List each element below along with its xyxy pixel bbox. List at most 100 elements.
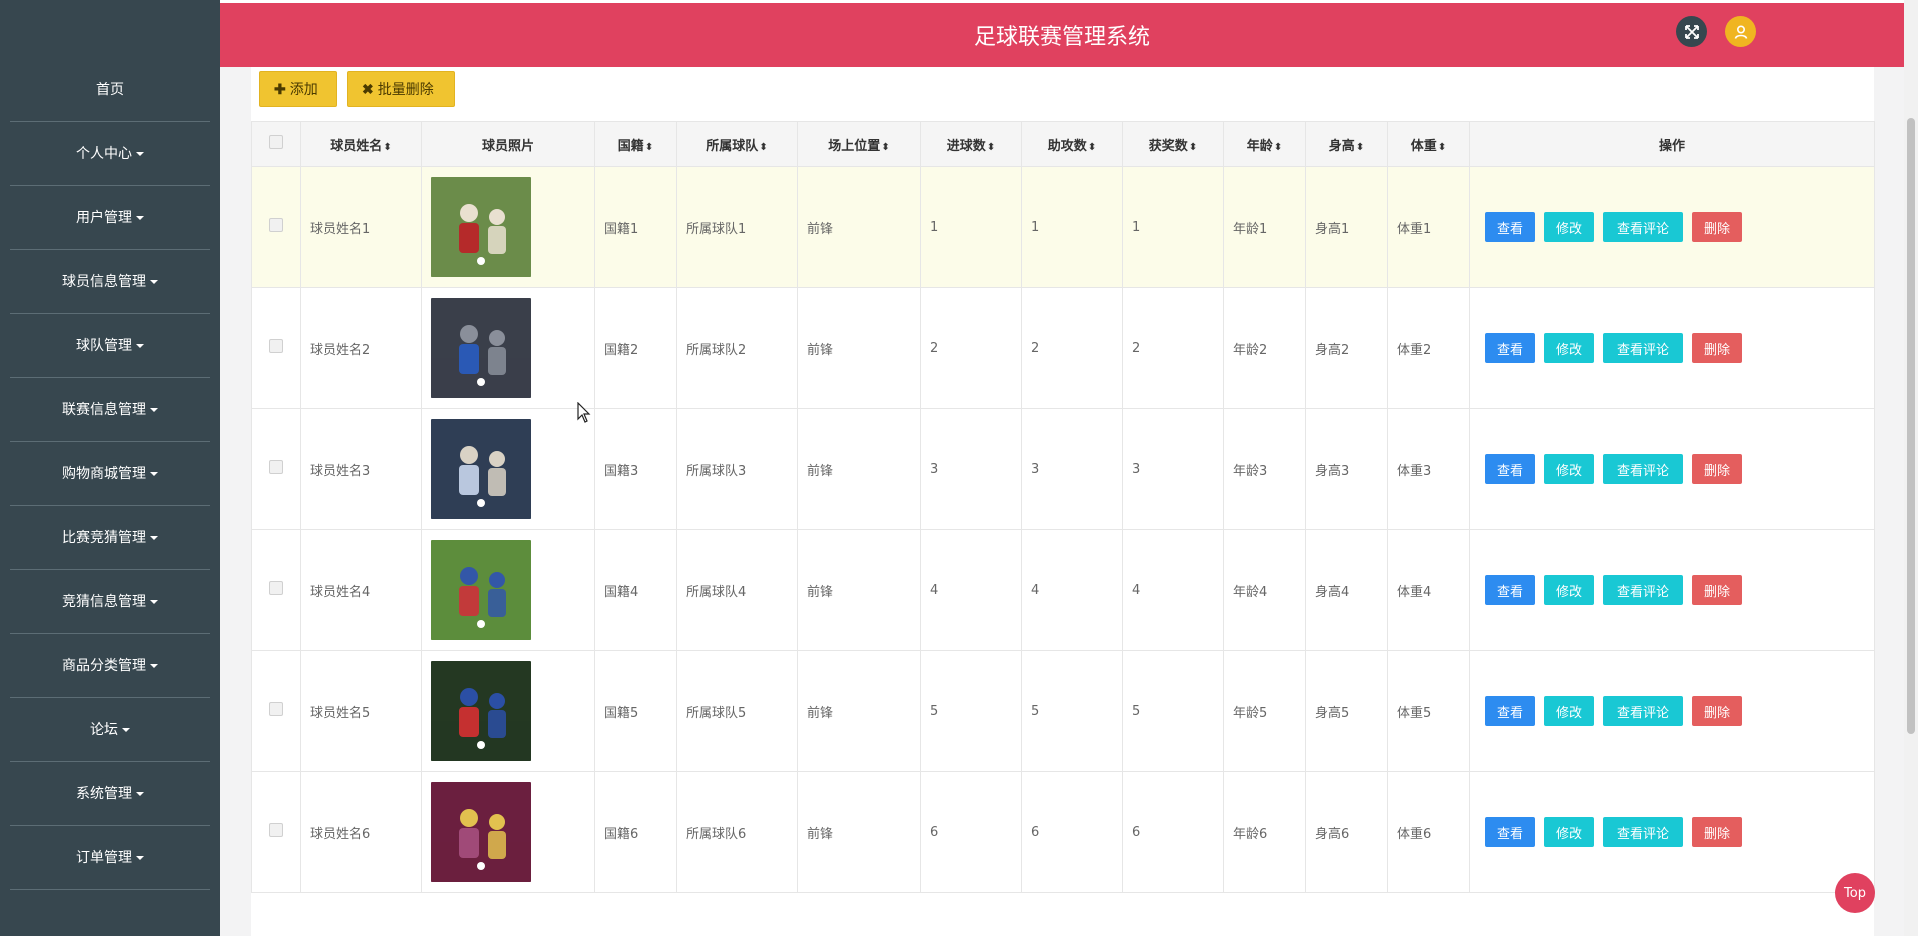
row-select-cell[interactable]	[251, 771, 301, 893]
view-comments-button[interactable]: 查看评论	[1603, 212, 1683, 242]
player-photo-image[interactable]	[431, 177, 531, 277]
player-photo-image[interactable]	[431, 540, 531, 640]
column-header-assists[interactable]: 助攻数⬍	[1021, 121, 1123, 167]
sidebar-item[interactable]: 购物商城管理	[10, 442, 210, 506]
table-row[interactable]: 球员姓名6 国籍6 所属球队6 前锋 6 6 6 年龄6 身高6 体重6 查看 修改 查看评论 删除	[251, 771, 1875, 893]
view-button[interactable]: 查看	[1485, 454, 1535, 484]
expand-arrows-icon	[1684, 24, 1699, 39]
row-checkbox[interactable]	[269, 702, 283, 716]
select-all-checkbox[interactable]	[269, 135, 283, 149]
player-photo-image[interactable]	[431, 782, 531, 882]
sidebar-item[interactable]: 球队管理	[10, 314, 210, 378]
column-header-position[interactable]: 场上位置⬍	[797, 121, 921, 167]
cell-assists: 3	[1021, 408, 1123, 530]
column-header-team[interactable]: 所属球队⬍	[676, 121, 798, 167]
cell-goals: 4	[920, 529, 1022, 651]
row-checkbox[interactable]	[269, 218, 283, 232]
cell-position: 前锋	[797, 166, 921, 288]
row-select-cell[interactable]	[251, 166, 301, 288]
edit-button[interactable]: 修改	[1544, 212, 1594, 242]
row-checkbox[interactable]	[269, 581, 283, 595]
cell-assists: 4	[1021, 529, 1123, 651]
cell-height: 身高6	[1305, 771, 1388, 893]
row-checkbox[interactable]	[269, 339, 283, 353]
sort-icon: ⬍	[1437, 141, 1447, 153]
sidebar-item-label: 个人中心	[76, 146, 132, 162]
sidebar-item[interactable]: 系统管理	[10, 762, 210, 826]
sidebar-item[interactable]: 竞猜信息管理	[10, 570, 210, 634]
caret-down-icon	[136, 344, 144, 348]
edit-button[interactable]: 修改	[1544, 696, 1594, 726]
row-select-cell[interactable]	[251, 287, 301, 409]
edit-button[interactable]: 修改	[1544, 817, 1594, 847]
sidebar-item[interactable]: 比赛竞猜管理	[10, 506, 210, 570]
delete-button[interactable]: 删除	[1692, 575, 1742, 605]
delete-button[interactable]: 删除	[1692, 817, 1742, 847]
add-button[interactable]: ✚ 添加	[259, 71, 337, 107]
player-photo-image[interactable]	[431, 298, 531, 398]
view-comments-button[interactable]: 查看评论	[1603, 696, 1683, 726]
row-select-cell[interactable]	[251, 650, 301, 772]
view-button[interactable]: 查看	[1485, 212, 1535, 242]
edit-button[interactable]: 修改	[1544, 333, 1594, 363]
delete-button[interactable]: 删除	[1692, 212, 1742, 242]
column-header-awards[interactable]: 获奖数⬍	[1122, 121, 1224, 167]
delete-button[interactable]: 删除	[1692, 333, 1742, 363]
table-row[interactable]: 球员姓名2 国籍2 所属球队2 前锋 2 2 2 年龄2 身高2 体重2 查看 修改 查看评论 删除	[251, 287, 1875, 409]
fullscreen-button[interactable]	[1676, 16, 1707, 47]
delete-button[interactable]: 删除	[1692, 454, 1742, 484]
scrollbar-thumb[interactable]	[1907, 118, 1915, 734]
view-button[interactable]: 查看	[1485, 333, 1535, 363]
view-comments-button[interactable]: 查看评论	[1603, 454, 1683, 484]
edit-button[interactable]: 修改	[1544, 575, 1594, 605]
row-checkbox[interactable]	[269, 823, 283, 837]
cell-player-name: 球员姓名6	[300, 771, 422, 893]
view-button[interactable]: 查看	[1485, 696, 1535, 726]
row-checkbox[interactable]	[269, 460, 283, 474]
delete-button[interactable]: 删除	[1692, 696, 1742, 726]
column-header-goals[interactable]: 进球数⬍	[920, 121, 1022, 167]
table-row[interactable]: 球员姓名5 国籍5 所属球队5 前锋 5 5 5 年龄5 身高5 体重5 查看 修改 查看评论 删除	[251, 650, 1875, 772]
sidebar-item[interactable]: 首页	[10, 58, 210, 122]
player-photo-image[interactable]	[431, 661, 531, 761]
row-actions: 查看 修改 查看评论 删除	[1479, 333, 1865, 363]
player-table: 球员姓名⬍ 球员照片 国籍⬍ 所属球队⬍ 场上位置⬍ 进球数⬍ 助攻数⬍ 获奖数…	[251, 121, 1875, 893]
user-menu-button[interactable]	[1725, 16, 1756, 47]
view-button[interactable]: 查看	[1485, 575, 1535, 605]
column-header-weight[interactable]: 体重⬍	[1387, 121, 1470, 167]
select-all-cell[interactable]	[251, 121, 301, 167]
batch-delete-button[interactable]: ✖ 批量删除	[347, 71, 455, 107]
view-comments-button[interactable]: 查看评论	[1603, 575, 1683, 605]
cell-height: 身高3	[1305, 408, 1388, 530]
cell-team: 所属球队1	[676, 166, 798, 288]
cell-weight: 体重1	[1387, 166, 1470, 288]
sidebar-item[interactable]: 论坛	[10, 698, 210, 762]
sidebar-item[interactable]: 球员信息管理	[10, 250, 210, 314]
page-scrollbar[interactable]	[1904, 0, 1918, 936]
table-row[interactable]: 球员姓名1 国籍1 所属球队1 前锋 1 1 1 年龄1 身高1 体重1 查看 修改 查看评论 删除	[251, 166, 1875, 288]
view-comments-button[interactable]: 查看评论	[1603, 817, 1683, 847]
table-row[interactable]: 球员姓名3 国籍3 所属球队3 前锋 3 3 3 年龄3 身高3 体重3 查看 修改 查看评论 删除	[251, 408, 1875, 530]
edit-button[interactable]: 修改	[1544, 454, 1594, 484]
cell-nationality: 国籍3	[594, 408, 677, 530]
view-comments-button[interactable]: 查看评论	[1603, 333, 1683, 363]
sidebar-item[interactable]: 用户管理	[10, 186, 210, 250]
table-row[interactable]: 球员姓名4 国籍4 所属球队4 前锋 4 4 4 年龄4 身高4 体重4 查看 修改 查看评论 删除	[251, 529, 1875, 651]
back-to-top-button[interactable]: Top	[1835, 873, 1875, 913]
sidebar-item[interactable]: 商品分类管理	[10, 634, 210, 698]
column-header-nationality[interactable]: 国籍⬍	[594, 121, 677, 167]
sidebar-item[interactable]: 订单管理	[10, 826, 210, 890]
sidebar-item-label: 购物商城管理	[62, 466, 146, 482]
cell-team: 所属球队5	[676, 650, 798, 772]
player-photo-image[interactable]	[431, 419, 531, 519]
sidebar-item[interactable]: 个人中心	[10, 122, 210, 186]
row-select-cell[interactable]	[251, 529, 301, 651]
cell-nationality: 国籍2	[594, 287, 677, 409]
row-select-cell[interactable]	[251, 408, 301, 530]
sidebar-item[interactable]: 联赛信息管理	[10, 378, 210, 442]
cell-weight: 体重5	[1387, 650, 1470, 772]
column-header-age[interactable]: 年龄⬍	[1223, 121, 1306, 167]
view-button[interactable]: 查看	[1485, 817, 1535, 847]
column-header-name[interactable]: 球员姓名⬍	[300, 121, 422, 167]
column-header-height[interactable]: 身高⬍	[1305, 121, 1388, 167]
